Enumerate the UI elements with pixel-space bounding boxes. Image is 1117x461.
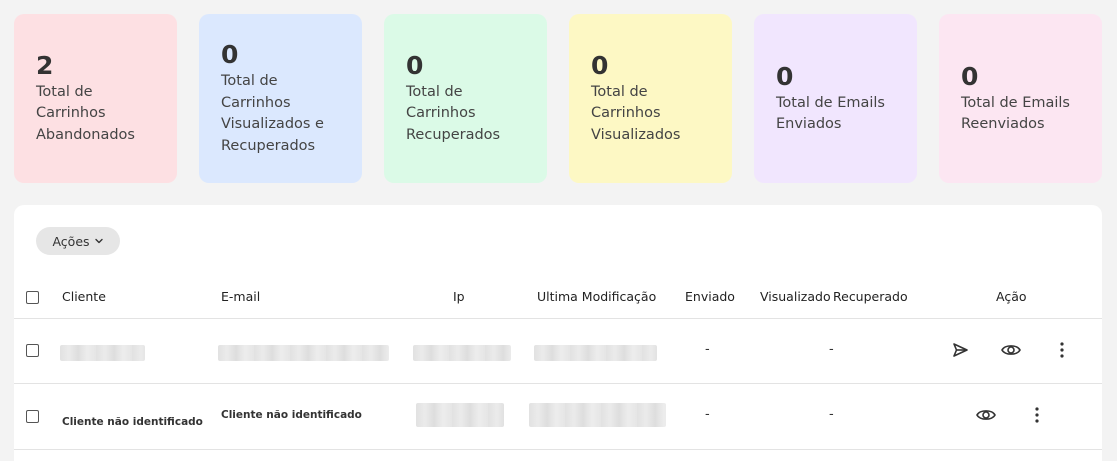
more-vertical-icon[interactable] <box>1026 404 1048 426</box>
divider <box>14 318 1102 319</box>
stat-card-viewed: 0 Total de Carrinhos Visualizados <box>569 14 732 183</box>
divider <box>14 449 1102 450</box>
email-value: Cliente não identificado <box>221 409 362 421</box>
carts-table-panel: Ações Cliente E-mail Ip Ultima Modificaç… <box>14 205 1102 461</box>
stat-card-recovered: 0 Total de Carrinhos Recuperados <box>384 14 547 183</box>
stat-label: Total de Carrinhos Visualizados e Recupe… <box>221 73 324 154</box>
cliente-redacted <box>60 345 145 361</box>
stat-card-emails-resent: 0 Total de Emails Reenviados <box>939 14 1102 183</box>
actions-label: Ações <box>52 233 90 249</box>
stat-label: Total de Emails Enviados <box>776 94 885 133</box>
header-visualizado[interactable]: Visualizado <box>760 289 831 304</box>
header-modificacao[interactable]: Ultima Modificação <box>537 289 656 304</box>
cliente-value: Cliente não identificado <box>62 416 203 428</box>
header-email[interactable]: E-mail <box>221 289 260 304</box>
stat-card-viewed-recovered: 0 Total de Carrinhos Visualizados e Recu… <box>199 14 362 183</box>
more-vertical-icon[interactable] <box>1051 339 1073 361</box>
ip-redacted <box>416 403 504 427</box>
stats-cards: 2 Total de Carrinhos Abandonados 0 Total… <box>14 14 1103 183</box>
stat-value: 0 <box>961 61 979 91</box>
row-checkbox[interactable] <box>26 344 39 357</box>
header-cliente[interactable]: Cliente <box>62 289 106 304</box>
stat-value: 0 <box>591 50 609 80</box>
stat-value: 0 <box>406 50 424 80</box>
stat-label: Total de Emails Reenviados <box>961 94 1070 133</box>
stat-value: 2 <box>36 50 54 80</box>
divider <box>14 383 1102 384</box>
actions-dropdown-button[interactable]: Ações <box>36 227 120 255</box>
stat-value: 0 <box>776 61 794 91</box>
chevron-down-icon <box>94 238 103 244</box>
header-ip[interactable]: Ip <box>453 289 465 304</box>
row-checkbox[interactable] <box>26 410 39 423</box>
eye-icon[interactable] <box>1000 339 1022 361</box>
header-acao: Ação <box>996 289 1027 304</box>
visualizado-recuperado-value: - <box>829 407 834 422</box>
stat-label: Total de Carrinhos Visualizados <box>591 83 681 143</box>
stat-label: Total de Carrinhos Abandonados <box>36 83 135 143</box>
stat-card-emails-sent: 0 Total de Emails Enviados <box>754 14 917 183</box>
modificacao-redacted <box>529 403 666 427</box>
send-icon[interactable] <box>949 339 971 361</box>
stat-value: 0 <box>221 40 239 69</box>
select-all-checkbox[interactable] <box>26 291 39 304</box>
stat-card-abandoned: 2 Total de Carrinhos Abandonados <box>14 14 177 183</box>
enviado-value: - <box>705 342 710 357</box>
email-redacted <box>218 345 389 361</box>
eye-icon[interactable] <box>975 404 997 426</box>
ip-redacted <box>413 345 511 361</box>
header-recuperado[interactable]: Recuperado <box>833 289 908 304</box>
enviado-value: - <box>705 407 710 422</box>
visualizado-recuperado-value: - <box>829 342 834 357</box>
modificacao-redacted <box>534 345 657 361</box>
stat-label: Total de Carrinhos Recuperados <box>406 83 501 143</box>
header-enviado[interactable]: Enviado <box>685 289 735 304</box>
